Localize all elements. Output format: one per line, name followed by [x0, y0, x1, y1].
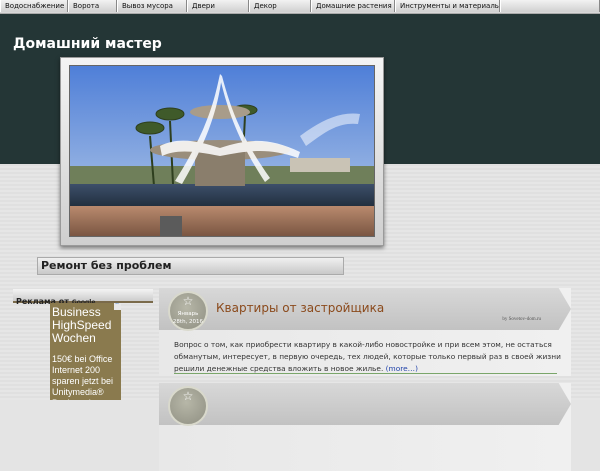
- post-excerpt: Вопрос о том, как приобрести квартиру в …: [174, 339, 564, 375]
- nav-item-dveri[interactable]: Двери: [187, 0, 249, 12]
- date-badge: ☆: [168, 386, 208, 426]
- site-title[interactable]: Домашний мастер: [13, 36, 162, 52]
- post-author: by Sovetov-dom.ru: [502, 317, 541, 322]
- nav-item-vorota[interactable]: Ворота: [68, 0, 117, 12]
- post-card: ☆: [159, 383, 571, 471]
- nav-filler: [500, 0, 600, 12]
- post-title[interactable]: Квартиры от застройщика: [216, 301, 384, 315]
- post-divider: [174, 373, 557, 374]
- post-date: Январь 28th, 2016: [172, 311, 204, 325]
- nav-item-domashnie-rasteniya[interactable]: Домашние растения: [311, 0, 395, 12]
- slogan-bar: Ремонт без проблем: [37, 257, 344, 275]
- nav-item-dekor[interactable]: Декор: [249, 0, 311, 12]
- read-more-link[interactable]: (more…): [386, 364, 418, 373]
- ad-headline[interactable]: Business HighSpeed Wochen: [52, 306, 121, 345]
- nav-item-vodosnabzhenie[interactable]: Водоснабжение: [0, 0, 68, 12]
- post-excerpt-text: Вопрос о том, как приобрести квартиру в …: [174, 340, 561, 373]
- date-badge: ☆ Январь 28th, 2016: [168, 291, 208, 331]
- hero-frame: [60, 57, 384, 246]
- site-slogan: Ремонт без проблем: [41, 259, 172, 272]
- star-icon: ☆: [182, 389, 194, 403]
- top-nav: Водоснабжение Ворота Вывоз мусора Двери …: [0, 0, 600, 14]
- nav-item-instrumenty[interactable]: Инструменты и материалы: [395, 0, 500, 12]
- hero-fountain-photo: [69, 65, 375, 237]
- nav-item-vyvoz-musora[interactable]: Вывоз мусора: [117, 0, 187, 12]
- post-card: ☆ Январь 28th, 2016 Квартиры от застройщ…: [159, 288, 571, 376]
- ad-body[interactable]: 150€ bei Office Internet 200 sparen jetz…: [52, 354, 121, 400]
- star-icon: ☆: [182, 294, 194, 308]
- advertisement[interactable]: Business HighSpeed Wochen 150€ bei Offic…: [50, 303, 121, 400]
- post-header: [159, 383, 571, 425]
- sidebar-ads-heading: Реклама отGoogle: [13, 289, 153, 306]
